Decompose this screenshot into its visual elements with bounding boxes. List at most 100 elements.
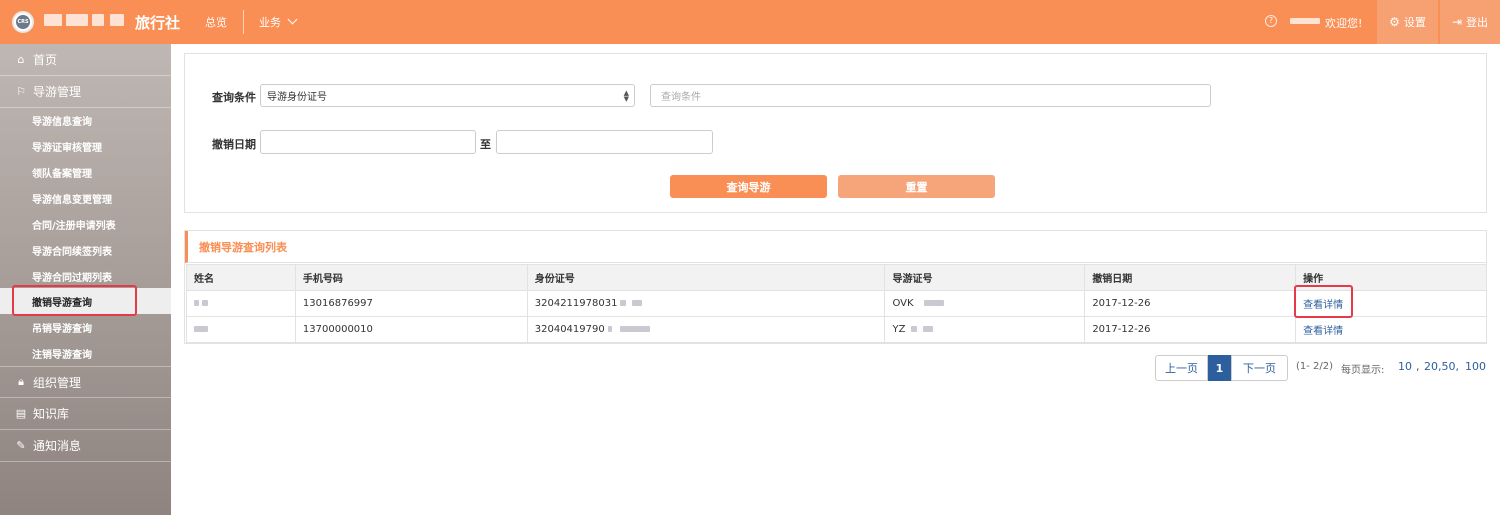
table-row: 13016876997 3204211978031 OVK 2017-12-26… — [186, 290, 1487, 317]
cell-name — [186, 316, 296, 343]
cell-guide-number: YZ — [884, 316, 1086, 343]
revoke-date-label: 撤销日期 — [212, 138, 256, 151]
guide-number-text: OVK — [892, 298, 914, 309]
search-panel: 查询条件 导游身份证号 ▲ ▼ 查询条件 撤销日期 至 查询导游 重置 — [184, 53, 1487, 213]
sidebar-item-label: 组织管理 — [33, 375, 82, 390]
column-header-id-number: 身份证号 — [526, 264, 886, 291]
highlight-box-view-details — [1294, 285, 1353, 318]
redacted-name-block — [92, 14, 104, 26]
query-condition-select[interactable]: 导游身份证号 ▲ ▼ — [260, 84, 635, 107]
nav-business-label: 业务 — [259, 16, 281, 29]
sidebar-subitem-contract-registration[interactable]: 合同/注册申请列表 — [0, 211, 171, 237]
page-size-100[interactable]: 100 — [1465, 360, 1486, 373]
id-number-text: 32040419790 — [534, 324, 605, 335]
logout-button[interactable]: ⇥ 登出 — [1440, 0, 1500, 44]
query-condition-select-value: 导游身份证号 — [267, 92, 327, 103]
gear-icon: ⚙ — [1389, 15, 1400, 29]
welcome-text: 欢迎您! — [1325, 17, 1363, 30]
date-range-separator: 至 — [480, 138, 491, 151]
sidebar-subitem-info-change[interactable]: 导游信息变更管理 — [0, 185, 171, 211]
cell-phone: 13016876997 — [294, 290, 528, 317]
cell-guide-number: OVK — [884, 290, 1086, 317]
column-header-phone: 手机号码 — [294, 264, 528, 291]
book-icon: ▤ — [15, 407, 27, 420]
sidebar-item-org-management[interactable]: 🔒︎ 组织管理 — [0, 366, 171, 398]
top-header: CRS 旅行社 总览 业务 ? 欢迎您! ⚙ 设置 ⇥ 登出 — [0, 0, 1500, 44]
sidebar-item-home[interactable]: ⌂ 首页 — [0, 44, 171, 76]
revoke-date-start-input[interactable] — [260, 130, 476, 154]
revoke-date-end-input[interactable] — [496, 130, 713, 154]
next-page-button[interactable]: 下一页 — [1231, 355, 1288, 381]
chevron-down-icon — [287, 14, 298, 25]
query-guide-button[interactable]: 查询导游 — [670, 175, 827, 198]
nav-business[interactable]: 业务 — [259, 14, 298, 30]
table-header-row: 姓名 手机号码 身份证号 导游证号 撤销日期 操作 — [186, 264, 1487, 291]
page-size-20[interactable]: 20 — [1424, 360, 1438, 373]
cell-name — [186, 290, 296, 317]
prev-page-button[interactable]: 上一页 — [1155, 355, 1208, 381]
redacted-text — [632, 300, 643, 306]
page-size-separator: , — [1416, 360, 1420, 373]
redacted-text — [923, 300, 944, 306]
nav-overview[interactable]: 总览 — [205, 14, 227, 30]
sidebar-subitem-leader-filing[interactable]: 领队备案管理 — [0, 159, 171, 185]
cell-action: 查看详情 — [1295, 316, 1487, 343]
logo: CRS — [12, 11, 34, 33]
sidebar-item-knowledge-base[interactable]: ▤ 知识库 — [0, 398, 171, 430]
per-page-label: 每页显示: — [1341, 365, 1385, 376]
brand-name: 旅行社 — [135, 14, 181, 32]
select-arrows-icon: ▲ ▼ — [623, 89, 629, 103]
logo-text: CRS — [16, 15, 30, 29]
results-panel: 撤销导游查询列表 姓名 手机号码 身份证号 导游证号 撤销日期 操作 13016… — [184, 230, 1487, 344]
sidebar-subitem-deregistered-guide-query[interactable]: 注销导游查询 — [0, 340, 171, 366]
sign-out-icon: ⇥ — [1451, 15, 1463, 29]
results-title: 撤销导游查询列表 — [185, 231, 1486, 263]
column-header-revoke-date: 撤销日期 — [1084, 264, 1297, 291]
query-condition-label: 查询条件 — [212, 91, 256, 104]
sidebar-subitem-contract-renewal[interactable]: 导游合同续签列表 — [0, 237, 171, 263]
nav-divider — [243, 10, 244, 34]
page-size-10[interactable]: 10 — [1398, 360, 1412, 373]
page-size-50[interactable]: ,50, — [1438, 360, 1459, 373]
query-condition-input[interactable]: 查询条件 — [650, 84, 1211, 107]
cell-id-number: 3204211978031 — [526, 290, 886, 317]
sidebar-item-label: 通知消息 — [33, 439, 82, 453]
column-header-name: 姓名 — [186, 264, 296, 291]
view-details-link[interactable]: 查看详情 — [1303, 326, 1343, 337]
question-circle-icon[interactable]: ? — [1265, 15, 1277, 27]
guide-number-text: YZ — [892, 324, 906, 335]
logout-label: 登出 — [1466, 16, 1489, 29]
sidebar-subitem-license-review[interactable]: 导游证审核管理 — [0, 133, 171, 159]
redacted-text — [619, 326, 650, 332]
sidebar-item-notifications[interactable]: ✎ 通知消息 — [0, 430, 171, 462]
home-icon: ⌂ — [17, 53, 25, 66]
redacted-text — [620, 300, 627, 306]
sidebar-item-label: 导游管理 — [33, 85, 82, 99]
settings-button[interactable]: ⚙ 设置 — [1377, 0, 1438, 44]
id-number-text: 3204211978031 — [534, 298, 618, 309]
reset-button[interactable]: 重置 — [838, 175, 995, 198]
page-range-info: (1- 2/2) — [1296, 361, 1334, 372]
redacted-text — [194, 300, 199, 306]
page-1-button[interactable]: 1 — [1208, 355, 1231, 381]
redacted-name-block — [110, 14, 124, 26]
results-table: 姓名 手机号码 身份证号 导游证号 撤销日期 操作 13016876997 32… — [186, 264, 1487, 343]
redacted-text — [607, 326, 612, 332]
sidebar-subitem-guide-info-query[interactable]: 导游信息查询 — [0, 107, 171, 133]
cell-revoke-date: 2017-12-26 — [1084, 316, 1297, 343]
lock-icon: 🔒︎ — [18, 375, 24, 388]
redacted-name-block — [44, 14, 62, 26]
settings-label: 设置 — [1403, 16, 1426, 29]
redacted-text — [923, 326, 934, 332]
edit-icon: ✎ — [16, 439, 26, 452]
sidebar-item-label: 首页 — [33, 53, 58, 67]
sidebar-subitem-cancelled-license-query[interactable]: 吊销导游查询 — [0, 314, 171, 340]
column-header-guide-number: 导游证号 — [884, 264, 1086, 291]
redacted-name-block — [66, 14, 88, 26]
redacted-text — [911, 326, 918, 332]
redacted-text — [194, 326, 208, 332]
query-condition-placeholder: 查询条件 — [661, 92, 701, 103]
redacted-text — [202, 300, 208, 306]
cell-id-number: 32040419790 — [526, 316, 886, 343]
sidebar-item-guide-management[interactable]: ⚐ 导游管理 — [0, 76, 171, 108]
